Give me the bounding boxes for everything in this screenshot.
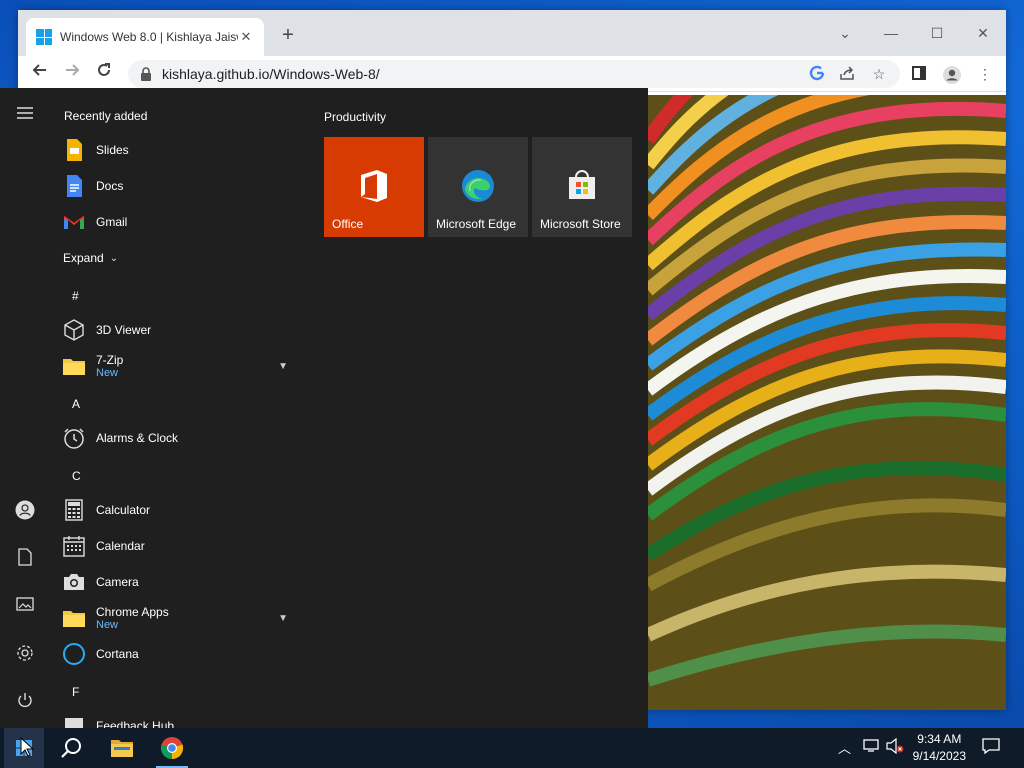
hamburger-menu-icon[interactable] xyxy=(13,106,37,130)
power-icon[interactable] xyxy=(13,692,37,716)
back-icon[interactable] xyxy=(28,62,52,86)
tab-strip: Windows Web 8.0 | Kishlaya Jaisw ✕ + ⌄ —… xyxy=(18,10,1006,56)
documents-icon[interactable] xyxy=(13,548,37,572)
folder-icon xyxy=(62,606,86,630)
show-hidden-icons-icon[interactable]: ︿ xyxy=(838,738,851,757)
google-lens-icon[interactable] xyxy=(808,65,826,83)
office-icon xyxy=(359,169,389,206)
start-menu: Recently added Slides Docs Gmail Expand … xyxy=(0,88,648,728)
chevron-down-icon[interactable]: ▼ xyxy=(278,361,288,372)
folder-icon xyxy=(62,354,86,378)
pictures-icon[interactable] xyxy=(13,596,37,620)
profile-icon[interactable] xyxy=(942,65,961,84)
lock-icon xyxy=(140,67,152,81)
camera-icon xyxy=(62,570,86,594)
group-header-f[interactable]: F xyxy=(72,685,79,699)
app-list: Recently added Slides Docs Gmail Expand … xyxy=(50,88,310,728)
app-calendar[interactable]: Calendar xyxy=(62,530,302,562)
mouse-cursor-icon xyxy=(20,736,35,760)
chrome-icon xyxy=(160,737,184,760)
address-bar[interactable]: kishlaya.github.io/Windows-Web-8/ xyxy=(128,60,900,88)
bookmark-star-icon[interactable]: ☆ xyxy=(870,65,888,83)
reload-icon[interactable] xyxy=(92,62,116,86)
settings-gear-icon[interactable] xyxy=(13,644,37,668)
tab-title: Windows Web 8.0 | Kishlaya Jaisw xyxy=(60,30,238,44)
volume-muted-icon[interactable] xyxy=(886,737,904,757)
recently-added-header: Recently added xyxy=(64,109,148,123)
app-7zip[interactable]: 7-Zip New ▼ xyxy=(62,348,302,384)
minimize-button[interactable]: — xyxy=(876,18,906,48)
search-button[interactable] xyxy=(52,728,92,768)
app-chrome-apps[interactable]: Chrome Apps New ▼ xyxy=(62,600,302,636)
group-header-c[interactable]: C xyxy=(72,469,81,483)
url-text: kishlaya.github.io/Windows-Web-8/ xyxy=(162,66,380,82)
tab-search-icon[interactable]: ⌄ xyxy=(830,18,860,48)
network-icon[interactable] xyxy=(862,738,880,755)
tile-microsoft-edge[interactable]: Microsoft Edge xyxy=(428,137,528,237)
chrome-taskbar-button[interactable] xyxy=(152,728,192,768)
chevron-down-icon: ⌄ xyxy=(109,252,119,264)
app-camera[interactable]: Camera xyxy=(62,566,302,598)
clock-date: 9/14/2023 xyxy=(912,749,966,763)
group-header-hash[interactable]: # xyxy=(72,289,79,303)
app-slides[interactable]: Slides xyxy=(62,134,302,166)
clock[interactable]: 9:34 AM 9/14/2023 xyxy=(913,731,966,765)
app-docs[interactable]: Docs xyxy=(62,170,302,202)
new-tab-button[interactable]: + xyxy=(276,24,300,48)
file-explorer-icon xyxy=(111,740,133,757)
edge-icon xyxy=(461,169,495,206)
app-feedback-hub[interactable]: Feedback Hub xyxy=(62,710,302,728)
browser-toolbar: kishlaya.github.io/Windows-Web-8/ ☆ ⋮ xyxy=(18,56,1006,92)
expand-button[interactable]: Expand ⌄ xyxy=(63,242,143,274)
calculator-icon xyxy=(62,498,86,522)
taskbar: ︿ 9:34 AM 9/14/2023 xyxy=(0,728,1024,768)
app-3d-viewer[interactable]: 3D Viewer xyxy=(62,314,302,346)
menu-dots-icon[interactable]: ⋮ xyxy=(976,65,994,83)
group-header-a[interactable]: A xyxy=(72,397,80,411)
alarm-clock-icon xyxy=(62,426,86,450)
chevron-down-icon[interactable]: ▼ xyxy=(278,613,288,624)
clock-time: 9:34 AM xyxy=(917,732,962,746)
store-bag-icon xyxy=(566,169,598,204)
forward-icon[interactable] xyxy=(60,62,84,86)
app-gmail[interactable]: Gmail xyxy=(62,206,302,238)
file-explorer-button[interactable] xyxy=(102,728,142,768)
gmail-icon xyxy=(62,210,86,234)
app-cortana[interactable]: Cortana xyxy=(62,638,302,670)
app-alarms-clock[interactable]: Alarms & Clock xyxy=(62,422,302,454)
windows-logo-icon xyxy=(36,29,52,45)
notifications-icon[interactable] xyxy=(982,738,1000,757)
close-window-button[interactable]: ✕ xyxy=(968,18,998,48)
cortana-icon xyxy=(62,642,86,666)
productivity-header: Productivity xyxy=(324,110,387,124)
app-calculator[interactable]: Calculator xyxy=(62,494,302,526)
cube-icon xyxy=(62,318,86,342)
slides-icon xyxy=(62,138,86,162)
docs-icon xyxy=(62,174,86,198)
page-wallpaper xyxy=(648,95,1006,710)
maximize-button[interactable]: ☐ xyxy=(922,18,952,48)
calendar-icon xyxy=(62,534,86,558)
tile-microsoft-store[interactable]: Microsoft Store xyxy=(532,137,632,237)
start-rail xyxy=(0,88,50,728)
feedback-icon xyxy=(62,714,86,728)
share-icon[interactable] xyxy=(838,65,856,83)
tile-office[interactable]: Office xyxy=(324,137,424,237)
side-panel-icon[interactable] xyxy=(910,65,928,83)
search-icon xyxy=(61,738,81,758)
browser-tab[interactable]: Windows Web 8.0 | Kishlaya Jaisw ✕ xyxy=(26,18,264,56)
user-account-icon[interactable] xyxy=(13,500,37,524)
close-tab-icon[interactable]: ✕ xyxy=(238,29,254,45)
